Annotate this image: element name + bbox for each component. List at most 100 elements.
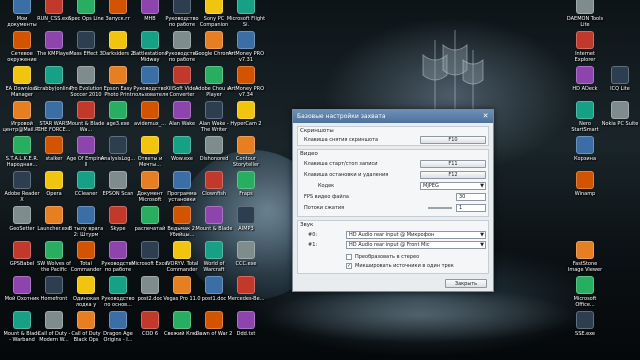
shortcut-icon — [237, 206, 255, 224]
screenshots-section: Скриншоты Клавиша снятия скриншота F10 — [297, 126, 489, 146]
shortcut-icon — [109, 136, 127, 154]
shortcut-icon — [205, 241, 223, 259]
shortcut-icon — [45, 311, 63, 329]
desktop-shortcut[interactable]: ICQ Lite — [600, 66, 640, 104]
shortcut-icon — [237, 171, 255, 189]
shortcut-icon — [13, 171, 31, 189]
shortcut-label: Nero StartSmart — [571, 121, 599, 133]
shortcut-icon — [77, 136, 95, 154]
desktop-shortcut[interactable]: Contour Storyteller — [226, 136, 266, 174]
threads-label: Потоки сжатия — [304, 205, 345, 211]
video-section-title: Видео — [300, 151, 318, 157]
channel-1-value: HD Audio rear input @ Front Mic — [349, 242, 430, 248]
shortcut-icon — [173, 0, 191, 14]
channel-0-select[interactable]: HD Audio rear input @ Микрофон ▼ — [346, 231, 486, 239]
channel-1-label: #1: — [308, 242, 318, 248]
shortcut-icon — [13, 31, 31, 49]
shortcut-icon — [77, 241, 95, 259]
shortcut-label: Nokia PC Suite — [601, 121, 639, 127]
shortcut-icon — [141, 66, 159, 84]
sound-section: Звук #0: HD Audio rear input @ Микрофон … — [297, 220, 489, 274]
desktop-shortcut[interactable]: HyperCam 2 — [226, 101, 266, 139]
shortcut-label: SSE.exe — [575, 331, 595, 337]
shortcut-label: Microsoft Office... — [573, 296, 597, 308]
shortcut-icon — [576, 311, 594, 329]
shortcut-icon — [77, 31, 95, 49]
desktop-shortcut[interactable]: ArtMoney PRO v7.31 — [226, 31, 266, 69]
shortcut-icon — [576, 0, 594, 14]
shortcut-icon — [173, 206, 191, 224]
desktop-shortcut[interactable]: Winamp — [565, 171, 605, 209]
shortcut-icon — [173, 101, 191, 119]
shortcut-icon — [109, 311, 127, 329]
desktop-shortcut[interactable]: HD ADeck — [565, 66, 605, 104]
desktop-shortcut[interactable]: Nokia PC Suite — [600, 101, 640, 139]
stereo-checkbox[interactable] — [346, 254, 352, 260]
desktop-shortcut[interactable]: FastStone Image Viewer — [565, 241, 605, 279]
screenshot-key-button[interactable]: F10 — [420, 136, 486, 144]
shortcut-icon — [205, 136, 223, 154]
desktop-shortcut[interactable]: Fraps — [226, 171, 266, 209]
close-button[interactable]: Закрыть — [445, 279, 487, 288]
desktop-shortcut[interactable]: DAEMON Tools Lite — [565, 0, 605, 34]
shortcut-icon — [576, 276, 594, 294]
channel-1-select[interactable]: HD Audio rear input @ Front Mic ▼ — [346, 241, 486, 249]
desktop-shortcut[interactable]: Ddd.txt — [226, 311, 266, 349]
shortcut-icon — [77, 276, 95, 294]
shortcut-icon — [13, 136, 31, 154]
desktop-shortcut[interactable]: Internet Explorer — [565, 31, 605, 69]
shortcut-icon — [205, 66, 223, 84]
shortcut-icon — [45, 31, 63, 49]
shortcut-label: Microsoft Flight Si. — [226, 16, 266, 28]
shortcut-icon — [45, 276, 63, 294]
sound-section-title: Звук — [300, 222, 314, 228]
shortcut-icon — [141, 276, 159, 294]
desktop-shortcut[interactable]: Корзина — [565, 136, 605, 174]
desktop-shortcut[interactable]: CCC.exe — [226, 241, 266, 279]
threads-slider[interactable] — [428, 207, 452, 209]
desktop-shortcut[interactable]: ArtMoney PRO v7.34 — [226, 66, 266, 104]
shortcut-icon — [45, 66, 63, 84]
shortcut-icon — [13, 66, 31, 84]
mix-label: Микшировать источники в один трек — [355, 263, 454, 269]
codec-select[interactable]: MJPEG ▼ — [420, 182, 486, 190]
shortcut-icon — [109, 276, 127, 294]
desktop-shortcut[interactable]: Microsoft Flight Si. — [226, 0, 266, 34]
shortcut-icon — [576, 66, 594, 84]
shortcut-icon — [45, 171, 63, 189]
shortcut-label: Mercedes-Be... — [227, 296, 265, 302]
shortcut-icon — [205, 276, 223, 294]
chevron-down-icon: ▼ — [480, 183, 484, 189]
pause-key-button[interactable]: F12 — [420, 171, 486, 179]
shortcut-icon — [77, 66, 95, 84]
shortcut-icon — [45, 0, 63, 14]
desktop-shortcut[interactable]: Mercedes-Be... — [226, 276, 266, 314]
desktop-shortcut[interactable]: Microsoft Office... — [565, 276, 605, 314]
shortcut-label: Fraps — [239, 191, 253, 197]
shortcut-label: HD ADeck — [572, 86, 598, 92]
start-stop-key-button[interactable]: F11 — [420, 160, 486, 168]
chevron-down-icon: ▼ — [480, 242, 484, 248]
dialog-title: Базовые настройки захвата — [297, 113, 386, 120]
shortcut-icon — [205, 206, 223, 224]
shortcut-icon — [576, 136, 594, 154]
shortcut-icon — [576, 171, 594, 189]
close-icon[interactable]: ✕ — [481, 112, 490, 121]
shortcut-icon — [173, 136, 191, 154]
shortcut-icon — [237, 101, 255, 119]
fps-spinner[interactable]: 30 — [456, 193, 486, 201]
screenshots-section-title: Скриншоты — [300, 128, 334, 134]
chevron-down-icon: ▼ — [480, 232, 484, 238]
shortcut-icon — [611, 66, 629, 84]
shortcut-label: CCC.exe — [235, 261, 257, 267]
dialog-titlebar[interactable]: Базовые настройки захвата ✕ — [293, 110, 493, 123]
threads-spinner[interactable]: 1 — [456, 204, 486, 212]
mix-checkbox[interactable]: ✓ — [346, 263, 352, 269]
desktop-shortcut[interactable]: AIMP3 — [226, 206, 266, 244]
desktop-shortcut[interactable]: Nero StartSmart — [565, 101, 605, 139]
shortcut-icon — [237, 311, 255, 329]
shortcut-icon — [141, 31, 159, 49]
desktop-shortcut[interactable]: SSE.exe — [565, 311, 605, 349]
shortcut-icon — [109, 31, 127, 49]
shortcut-icon — [237, 66, 255, 84]
